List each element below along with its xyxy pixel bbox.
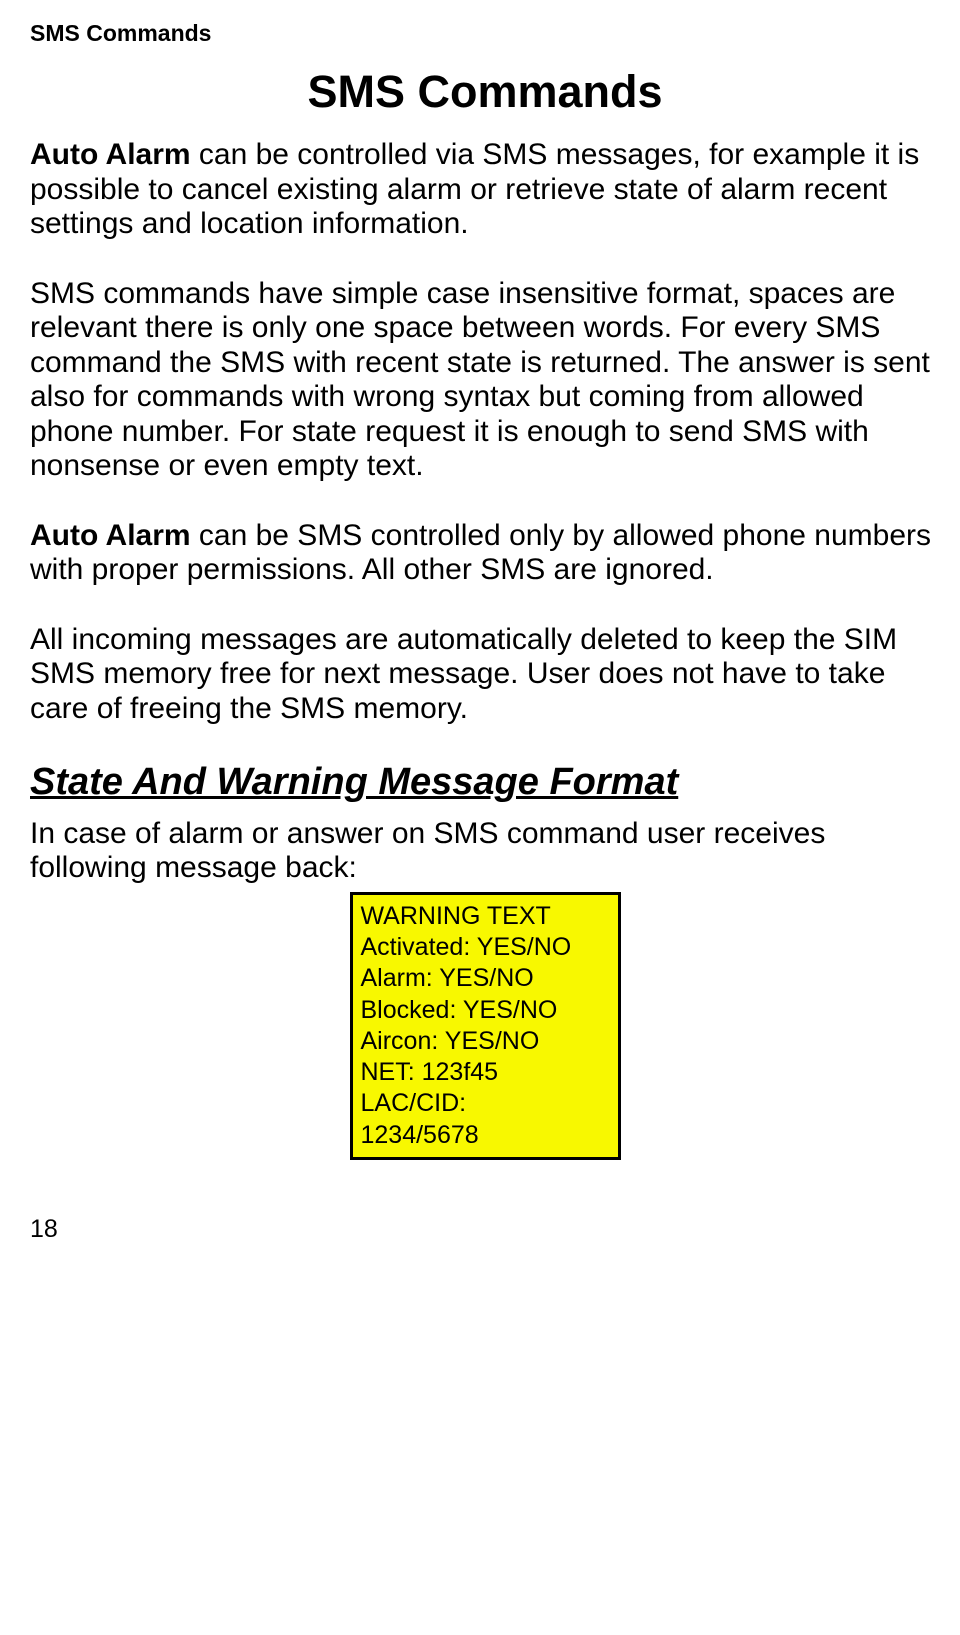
msg-line-7: LAC/CID:	[361, 1088, 606, 1119]
msg-line-4: Blocked: YES/NO	[361, 995, 606, 1026]
page-title: SMS Commands	[30, 66, 940, 118]
paragraph-5: In case of alarm or answer on SMS comman…	[30, 817, 940, 886]
msg-line-3: Alarm: YES/NO	[361, 963, 606, 994]
message-box: WARNING TEXT Activated: YES/NO Alarm: YE…	[350, 892, 621, 1160]
para3-bold: Auto Alarm	[30, 519, 191, 552]
paragraph-1: Auto Alarm can be controlled via SMS mes…	[30, 138, 940, 242]
paragraph-2: SMS commands have simple case insensitiv…	[30, 277, 940, 484]
subheading: State And Warning Message Format	[30, 761, 940, 805]
page-number: 18	[30, 1215, 940, 1244]
para1-bold: Auto Alarm	[30, 138, 191, 171]
msg-line-2: Activated: YES/NO	[361, 932, 606, 963]
paragraph-4: All incoming messages are automatically …	[30, 623, 940, 727]
msg-line-8: 1234/5678	[361, 1120, 606, 1151]
paragraph-3: Auto Alarm can be SMS controlled only by…	[30, 519, 940, 588]
msg-line-1: WARNING TEXT	[361, 901, 606, 932]
page-header: SMS Commands	[30, 20, 940, 46]
msg-line-6: NET: 123f45	[361, 1057, 606, 1088]
msg-line-5: Aircon: YES/NO	[361, 1026, 606, 1057]
message-box-wrap: WARNING TEXT Activated: YES/NO Alarm: YE…	[30, 892, 940, 1160]
